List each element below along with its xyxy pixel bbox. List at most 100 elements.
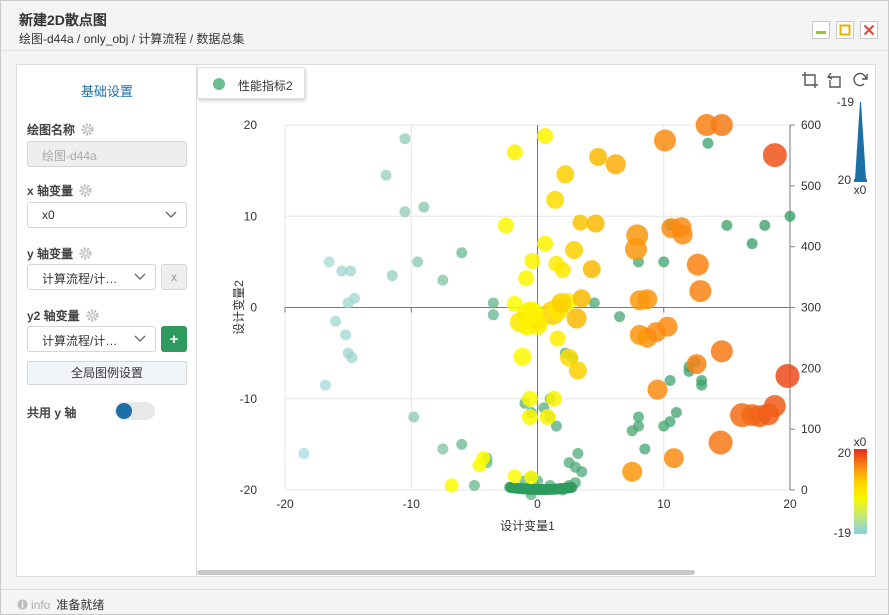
content-panel: 基础设置 绘图名称 绘图-d44a x 轴变量 x0 y 轴变量 计算流程/计… — [16, 64, 876, 577]
y-tick-label: 0 — [250, 301, 257, 315]
shared-y-axis-toggle[interactable] — [115, 402, 155, 420]
toggle-knob — [116, 403, 132, 419]
y2-axis-select-value: 计算流程/计… — [42, 334, 118, 348]
data-point-y2 — [589, 147, 608, 166]
y-axis-label-text: y 轴变量 — [27, 247, 74, 261]
plot-name-label: 绘图名称 — [27, 121, 95, 138]
y2-axis-select[interactable]: 计算流程/计… — [27, 326, 156, 352]
data-point-y2 — [539, 409, 556, 425]
gear-icon[interactable] — [78, 246, 93, 261]
data-point — [487, 297, 499, 309]
chevron-down-icon — [134, 335, 146, 342]
data-point — [323, 256, 335, 268]
maximize-icon — [839, 24, 851, 36]
x-tick-label: 0 — [534, 497, 541, 511]
global-legend-settings-button[interactable]: 全局图例设置 — [27, 361, 187, 385]
data-point — [330, 315, 341, 327]
scatter-chart[interactable]: -20 -10 0 10 20-20-1001020010020030040050060… — [197, 65, 875, 570]
data-point-y2 — [549, 330, 566, 347]
shared-y-axis-label-text: 共用 y 轴 — [27, 406, 77, 420]
data-point-y2 — [763, 395, 786, 418]
crop-icon[interactable] — [801, 71, 819, 89]
gear-icon[interactable] — [80, 122, 95, 137]
data-point-y2 — [762, 143, 787, 168]
y2-tick-label: 300 — [801, 301, 821, 315]
data-point-y2 — [686, 354, 707, 375]
data-point-y2 — [572, 289, 591, 308]
legend-marker — [213, 78, 225, 90]
data-point-y2 — [524, 470, 539, 485]
y-axis-select-value: 计算流程/计… — [42, 272, 118, 286]
y2-tick-label: 600 — [801, 118, 821, 132]
status-bar: info 准备就绪 — [1, 589, 888, 614]
x-axis-select[interactable]: x0 — [27, 202, 187, 228]
chevron-down-icon — [165, 211, 177, 218]
data-point — [412, 256, 424, 268]
y2-tick-label: 200 — [801, 361, 821, 375]
data-point — [342, 297, 354, 309]
data-point-y2 — [710, 114, 733, 136]
breadcrumb: 绘图-d44a / only_obj / 计算流程 / 数据总集 — [19, 32, 245, 46]
data-point — [569, 461, 581, 473]
y-tick-label: -20 — [240, 483, 258, 497]
data-point — [346, 352, 358, 364]
plot-name-input[interactable]: 绘图-d44a — [27, 141, 187, 167]
undo-icon[interactable] — [826, 71, 844, 89]
data-point — [468, 479, 480, 491]
colorbar-top-min-label: 20 — [838, 173, 852, 187]
minimize-icon — [816, 31, 826, 34]
data-point-y2 — [582, 260, 601, 279]
gear-icon[interactable] — [78, 183, 93, 198]
data-point-y2 — [565, 241, 584, 260]
data-point-y2 — [622, 461, 643, 482]
y-tick-label: 10 — [244, 209, 258, 223]
shared-y-axis-label: 共用 y 轴 — [27, 404, 76, 421]
chevron-down-icon — [134, 273, 146, 280]
data-point — [670, 406, 682, 418]
data-point-y2 — [472, 458, 487, 473]
x-axis-select-value: x0 — [42, 208, 55, 222]
y-axis-clear-button[interactable]: x — [161, 264, 187, 290]
maximize-button[interactable] — [836, 21, 854, 39]
data-point — [386, 270, 398, 282]
data-point — [418, 201, 430, 213]
close-button[interactable] — [860, 21, 878, 39]
data-point-y2 — [554, 262, 571, 279]
y-tick-label: 20 — [244, 118, 258, 132]
data-point-y2 — [586, 214, 605, 233]
x-axis-label-text: x 轴变量 — [27, 184, 74, 198]
gear-icon[interactable] — [85, 308, 100, 323]
horizontal-scrollbar[interactable] — [197, 570, 875, 576]
close-icon — [863, 24, 875, 36]
y-axis-select[interactable]: 计算流程/计… — [27, 264, 156, 290]
data-point — [399, 133, 411, 145]
chart-legend[interactable]: 性能指标2 — [197, 67, 305, 99]
data-point — [298, 448, 310, 459]
data-point-y2 — [507, 469, 522, 484]
colorbar-top-fill — [855, 102, 866, 179]
y2-tick-label: 400 — [801, 240, 821, 254]
data-point — [572, 448, 584, 459]
data-point — [487, 309, 499, 321]
minimize-button[interactable] — [812, 21, 830, 39]
data-point-y2 — [629, 290, 650, 311]
data-point-y2 — [663, 448, 684, 469]
data-point — [639, 443, 651, 455]
data-point — [721, 219, 733, 231]
y2-axis-add-button[interactable]: + — [161, 326, 187, 352]
data-point-y2 — [546, 190, 565, 209]
colorbar-bottom-min-label: -19 — [834, 526, 852, 540]
settings-sidebar: 基础设置 绘图名称 绘图-d44a x 轴变量 x0 y 轴变量 计算流程/计… — [17, 65, 197, 576]
scrollbar-thumb[interactable] — [197, 570, 695, 575]
x-tick-label: -20 — [276, 497, 294, 511]
data-point — [566, 481, 578, 493]
data-point — [746, 238, 758, 250]
refresh-icon[interactable] — [851, 71, 869, 89]
data-point-y2 — [524, 252, 541, 269]
data-point — [399, 206, 411, 218]
data-point — [784, 210, 796, 222]
x-tick-label: -10 — [403, 497, 421, 511]
data-point — [380, 169, 392, 181]
colorbar-top-max-label: -19 — [837, 95, 855, 109]
colorbar-bottom-bottom-handle — [854, 531, 867, 534]
